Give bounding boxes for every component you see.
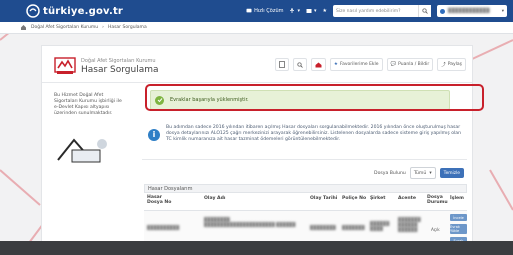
document-button[interactable] — [274, 58, 289, 71]
home-icon — [315, 62, 322, 67]
column-header: Olay Tarihi — [310, 196, 338, 201]
chat-icon — [246, 8, 252, 13]
table-header: Hasar Dosya No Olay Adı Olay Tarihi Poli… — [144, 193, 467, 211]
site-logo[interactable]: türkiye.gov.tr — [26, 3, 123, 19]
dropdown-caret-icon: ▾ — [314, 8, 317, 14]
status-select-value: Tümü — [413, 170, 427, 176]
search-button[interactable] — [418, 5, 431, 17]
home-button[interactable] — [310, 58, 326, 71]
service-header: Doğal Afet Sigortaları Kurumu Hasar Sorg… — [54, 56, 159, 76]
user-name-redacted: ████████████ — [448, 8, 490, 14]
info-message: Bu adımdan sadece 2016 yılından itibaren… — [166, 125, 462, 142]
accessibility-menu[interactable]: ▾ — [289, 8, 300, 14]
service-subtitle: Doğal Afet Sigortaları Kurumu — [81, 57, 156, 64]
column-header: Poliçe No — [342, 196, 367, 201]
user-menu-button[interactable]: ████████████ ▾ — [437, 5, 507, 17]
help-link[interactable]: Hızlı Çözüm — [246, 8, 283, 14]
cell-event-name: ████████ ██████████████████████ ██████ — [204, 217, 296, 227]
upload-document-button[interactable]: Evrak Yükle — [450, 224, 467, 234]
star-icon: ★ — [322, 8, 327, 14]
chevron-down-icon: ▾ — [501, 8, 504, 14]
page-title: Hasar Sorgulama — [81, 64, 159, 75]
help-label: Hızlı Çözüm — [254, 8, 284, 14]
breadcrumb-separator-icon: › — [102, 25, 104, 30]
accessibility-icon — [290, 8, 295, 13]
chevron-down-icon: ▾ — [429, 170, 432, 176]
search-icon — [422, 8, 428, 14]
cell-event-date: ████████ — [310, 225, 336, 230]
column-header: Hasar Dosya No — [147, 195, 172, 205]
column-header: Olay Adı — [204, 196, 226, 201]
speech-bubble-icon: 💬 — [390, 62, 397, 67]
logo-text: türkiye.gov.tr — [43, 5, 124, 17]
search-input[interactable]: Size nasıl yardım edebilirim? — [333, 5, 431, 17]
dask-logo-icon — [54, 57, 76, 74]
document-icon — [279, 61, 285, 68]
service-toolbar: ★ Favorilerime Ekle 💬 Puanla / Bildir ⤴ … — [274, 58, 466, 71]
file-filter-label: Dosya Bulunu — [374, 170, 406, 176]
star-icon: ★ — [333, 62, 338, 67]
cell-company: ██████ ████ — [370, 221, 390, 231]
favorites-label: Favorilerime Ekle — [339, 62, 379, 67]
cell-policy-no: ███████ — [342, 225, 365, 230]
file-filter: Dosya Bulunu Tümü ▾ Temizle — [374, 167, 464, 179]
table-title: Hasar Dosyalarım — [144, 184, 467, 193]
cell-file-no: ██████████ — [147, 225, 180, 230]
breadcrumb-item-current: Hasar Sorgulama — [107, 25, 147, 30]
service-illustration — [54, 132, 116, 166]
language-menu[interactable]: ▾ — [306, 8, 317, 14]
home-icon[interactable] — [20, 24, 27, 31]
user-icon — [440, 8, 445, 14]
inspect-button[interactable]: İncele — [450, 214, 467, 221]
highlight-annotation — [145, 84, 484, 111]
add-favorites-button[interactable]: ★ Favorilerime Ekle — [329, 58, 383, 71]
service-card: Doğal Afet Sigortaları Kurumu Hasar Sorg… — [41, 45, 473, 251]
clear-button[interactable]: Temizle — [439, 168, 464, 178]
cell-status: Açık — [431, 227, 440, 232]
column-header: Dosya Durumu — [427, 195, 448, 205]
status-select[interactable]: Tümü ▾ — [409, 167, 436, 179]
grid-icon — [306, 9, 312, 13]
rate-feedback-button[interactable]: 💬 Puanla / Bildir — [386, 58, 434, 71]
bottom-bar — [0, 241, 513, 255]
magnifier-icon — [297, 61, 303, 68]
sidebar-description: Bu Hizmet Doğal Afet Sigortaları Kurumu … — [54, 93, 122, 116]
cell-agency: ███████ ██████ ██████ — [398, 217, 421, 232]
share-label: Paylaş — [447, 62, 462, 67]
column-header: Acente — [398, 196, 416, 201]
search-page-button[interactable] — [292, 58, 307, 71]
breadcrumb-item-kurum[interactable]: Doğal Afet Sigortaları Kurumu — [31, 25, 98, 30]
breadcrumb: Doğal Afet Sigortaları Kurumu › Hasar So… — [0, 22, 513, 34]
column-header: Şirket — [370, 196, 386, 201]
egov-logo-icon — [26, 4, 40, 18]
dropdown-caret-icon: ▾ — [297, 8, 300, 14]
share-button[interactable]: ⤴ Paylaş — [437, 58, 466, 71]
feedback-label: Puanla / Bildir — [398, 62, 430, 67]
share-icon: ⤴ — [441, 62, 446, 68]
info-divider — [142, 159, 467, 160]
header-divider — [42, 82, 472, 83]
top-navigation-bar: türkiye.gov.tr Hızlı Çözüm ▾ ▾ ★ Size na… — [0, 0, 513, 22]
favorites-shortcut[interactable]: ★ — [323, 8, 327, 14]
info-icon: i — [148, 129, 160, 141]
search-placeholder: Size nasıl yardım edebilirim? — [336, 8, 401, 14]
column-header: İşlem — [450, 196, 464, 201]
info-alert: i Bu adımdan sadece 2016 yılından itibar… — [142, 119, 467, 155]
